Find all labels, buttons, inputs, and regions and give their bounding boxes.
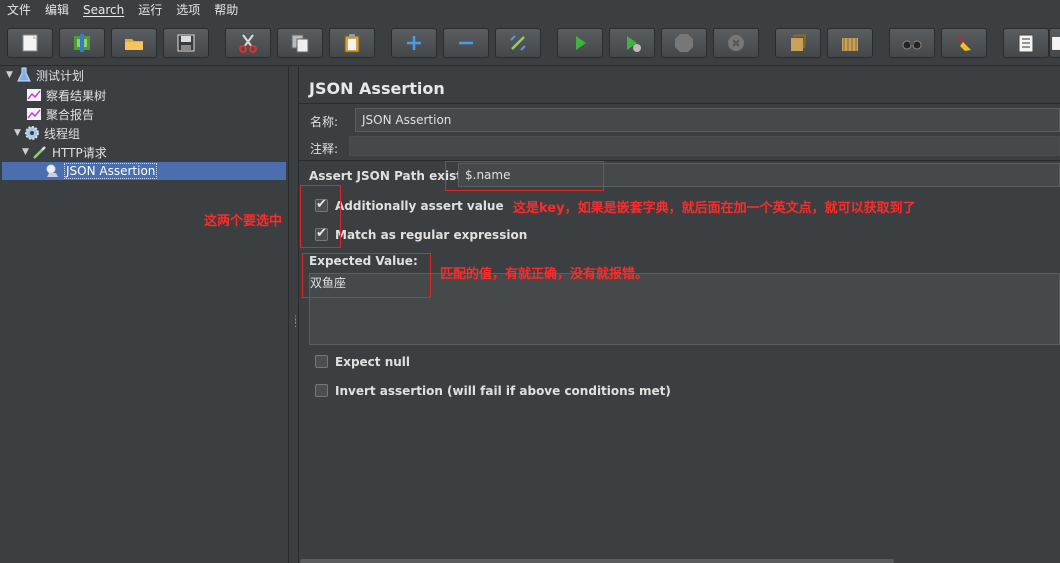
menu-run[interactable]: 运行 <box>131 0 169 20</box>
templates-icon <box>74 34 90 52</box>
gear-icon <box>24 125 40 141</box>
json-assertion-panel: JSON Assertion 名称: JSON Assertion 注释: As… <box>299 66 1060 563</box>
menu-file[interactable]: 文件 <box>0 0 38 20</box>
invert-assertion-checkbox[interactable] <box>315 384 328 397</box>
start-no-pause-button[interactable] <box>609 28 655 58</box>
toolbar <box>0 20 1060 66</box>
start-icon <box>576 36 586 50</box>
expand-icon <box>407 36 421 50</box>
new-icon <box>22 34 38 52</box>
comment-field[interactable] <box>349 136 1060 156</box>
function-helper-button[interactable] <box>1003 28 1049 58</box>
tree-item-label: HTTP请求 <box>52 145 107 160</box>
tree-item-test-plan[interactable]: ▼ 测试计划 <box>6 66 84 84</box>
shutdown-icon <box>728 35 744 51</box>
tree-item-label: 测试计划 <box>36 68 85 83</box>
comment-label: 注释: <box>310 142 339 156</box>
start-no-pause-icon <box>627 36 641 52</box>
clear-all-icon <box>842 38 858 51</box>
expand-arrow-icon[interactable]: ▼ <box>14 128 24 138</box>
name-field[interactable]: JSON Assertion <box>355 108 1060 132</box>
menu-edit[interactable]: 编辑 <box>38 0 76 20</box>
invert-assertion-label: Invert assertion (will fail if above con… <box>335 384 671 398</box>
menu-bar: 文件 编辑 Search 运行 选项 帮助 <box>0 0 1060 20</box>
tree-item-label: 察看结果树 <box>46 88 107 103</box>
flask-icon <box>16 67 32 83</box>
horizontal-scrollbar[interactable] <box>300 559 894 563</box>
tree-item-view-results-tree[interactable]: 察看结果树 <box>26 86 106 104</box>
collapse-button[interactable] <box>443 28 489 58</box>
menu-help[interactable]: 帮助 <box>207 0 245 20</box>
menu-options[interactable]: 选项 <box>169 0 207 20</box>
help-icon <box>1051 36 1060 51</box>
cut-button[interactable] <box>225 28 271 58</box>
collapse-icon <box>459 41 473 45</box>
key-annotation: 这是key，如果是嵌套字典，就后面在加一个英文点，就可以获取到了 <box>513 201 916 216</box>
expected-value-highlight-box <box>302 253 431 298</box>
save-button[interactable] <box>163 28 209 58</box>
open-icon <box>125 39 143 50</box>
name-label: 名称: <box>310 115 339 129</box>
tree-item-label: JSON Assertion <box>64 163 158 179</box>
expect-null-checkbox[interactable] <box>315 355 328 368</box>
stop-button[interactable] <box>661 28 707 58</box>
remote-clear-button[interactable] <box>775 28 821 58</box>
value-annotation: 匹配的值，有就正确，没有就报错。 <box>440 267 649 282</box>
broom-icon <box>957 35 971 51</box>
splitter-grip-icon[interactable]: ⋮ ⋮ <box>291 316 300 336</box>
expect-null-label: Expect null <box>335 355 411 369</box>
toggle-icon <box>510 35 526 51</box>
new-button[interactable] <box>7 28 53 58</box>
menu-search[interactable]: Search <box>76 0 131 20</box>
pipette-icon <box>32 144 48 160</box>
copy-icon <box>291 34 309 53</box>
toggle-button[interactable] <box>495 28 541 58</box>
stop-icon <box>675 34 693 52</box>
chart-icon <box>26 87 42 103</box>
reset-search-button[interactable] <box>941 28 987 58</box>
expand-arrow-icon[interactable]: ▼ <box>6 70 16 80</box>
tree-item-http-request[interactable]: ▼ HTTP请求 <box>22 143 107 161</box>
tree-item-label: 聚合报告 <box>46 107 95 122</box>
expand-arrow-icon[interactable]: ▼ <box>22 147 32 157</box>
shutdown-button[interactable] <box>713 28 759 58</box>
cut-icon <box>239 34 257 53</box>
expand-button[interactable] <box>391 28 437 58</box>
tree-item-aggregate-report[interactable]: 聚合报告 <box>26 105 94 123</box>
regex-label: Match as regular expression <box>335 228 528 242</box>
chart-icon <box>26 106 42 122</box>
additionally-assert-label: Additionally assert value <box>335 199 504 213</box>
save-icon <box>177 34 195 52</box>
tree-item-thread-group[interactable]: ▼ 线程组 <box>14 124 80 142</box>
templates-button[interactable] <box>59 28 105 58</box>
binoculars-icon <box>902 40 922 50</box>
paste-button[interactable] <box>329 28 375 58</box>
select-annotation: 这两个要选中 <box>204 214 283 229</box>
function-helper-icon <box>1018 34 1034 53</box>
panel-title: JSON Assertion <box>309 79 445 98</box>
json-path-highlight-box <box>445 161 604 191</box>
copy-button[interactable] <box>277 28 323 58</box>
test-plan-tree: ▼ 测试计划 察看结果树 聚合报告 ▼ 线程组 ▼ HTTP请求 JSON As… <box>0 66 289 563</box>
tree-item-json-assertion[interactable]: JSON Assertion <box>2 162 286 180</box>
checkbox-highlight-box <box>300 185 341 248</box>
open-button[interactable] <box>111 28 157 58</box>
start-button[interactable] <box>557 28 603 58</box>
tree-item-label: 线程组 <box>44 126 81 141</box>
clear-all-button[interactable] <box>827 28 873 58</box>
remote-clear-icon <box>791 33 807 51</box>
help-button[interactable] <box>1049 28 1060 58</box>
paste-icon <box>344 34 360 53</box>
magnifier-icon <box>44 163 60 179</box>
search-button[interactable] <box>889 28 935 58</box>
